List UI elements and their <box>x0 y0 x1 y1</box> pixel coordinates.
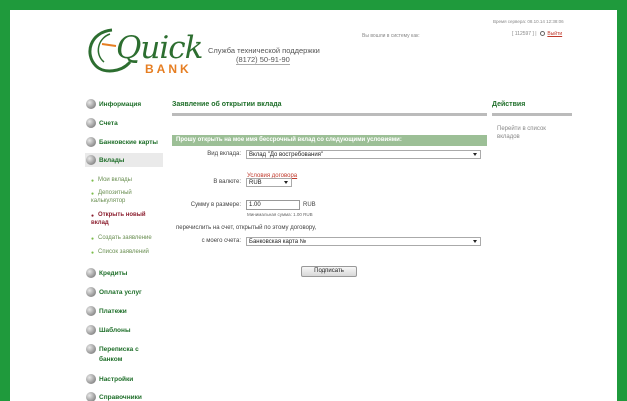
chevron-down-icon <box>473 240 477 243</box>
sidebar-item-payments-services[interactable]: Оплата услуг <box>86 287 142 297</box>
actions-divider <box>492 113 572 116</box>
currency-select[interactable]: RUB <box>246 178 292 187</box>
logo-word: Quick <box>116 30 203 66</box>
amount-input[interactable]: 1.00 <box>246 200 300 210</box>
sub-item-requests-list[interactable]: ● Список заявлений <box>91 249 149 256</box>
sidebar-item-correspondence[interactable]: Переписка с <box>86 344 139 354</box>
globe-icon <box>86 374 96 384</box>
sidebar-item-deposits[interactable]: Вклады <box>85 153 163 167</box>
amount-currency: RUB <box>303 202 316 208</box>
server-time: Время сервера: 08.10.14 12:38:06 <box>493 19 564 24</box>
globe-icon <box>86 155 96 165</box>
globe-icon <box>86 287 96 297</box>
sidebar-item-templates[interactable]: Шаблоны <box>86 325 131 335</box>
sidebar-item-correspondence-line2[interactable]: банком <box>99 356 122 363</box>
account-box: [ 112597 ] | Выйти <box>512 31 562 37</box>
conditions-bar: Прошу открыть на мое имя бессрочный вкла… <box>172 135 487 146</box>
sub-item-open-new[interactable]: ● Открыть новый <box>91 212 146 219</box>
globe-icon <box>86 344 96 354</box>
actions-title: Действия <box>492 101 526 108</box>
support-phone: (8172) 50-91-90 <box>236 55 290 65</box>
min-amount-hint: Минимальная сумма: 1.00 RUB <box>247 212 313 217</box>
sidebar-item-info[interactable]: Информация <box>86 99 141 109</box>
logo[interactable]: Quick BANK <box>82 24 203 76</box>
globe-icon <box>86 268 96 278</box>
sub-item-calculator[interactable]: ● Депозитный <box>91 190 132 197</box>
bullet-icon: ● <box>91 250 95 256</box>
globe-icon <box>86 325 96 335</box>
sub-item-calculator-line2[interactable]: калькулятор <box>91 198 125 204</box>
globe-icon <box>86 118 96 128</box>
currency-label: В валюте: <box>213 179 241 185</box>
bullet-icon: ● <box>91 236 95 242</box>
deposit-type-label: Вид вклада: <box>207 151 241 157</box>
sub-item-open-new-line2[interactable]: вклад <box>91 220 109 226</box>
sidebar-item-settings[interactable]: Настройки <box>86 374 133 384</box>
globe-icon <box>86 392 96 401</box>
globe-icon <box>86 306 96 316</box>
sidebar-item-payments[interactable]: Платежи <box>86 306 127 316</box>
sidebar-item-accounts[interactable]: Счета <box>86 118 118 128</box>
bullet-icon: ● <box>91 191 95 197</box>
globe-icon <box>86 99 96 109</box>
account-id: [ 112597 ] <box>512 31 534 37</box>
chevron-down-icon <box>284 181 288 184</box>
deposits-list-link[interactable]: Перейти в список вкладов <box>497 125 567 141</box>
power-icon <box>539 31 545 36</box>
chevron-down-icon <box>473 153 477 156</box>
sub-item-create-request[interactable]: ● Создать заявление <box>91 235 152 242</box>
bullet-icon: ● <box>91 178 95 184</box>
title-divider <box>172 113 487 116</box>
bullet-icon: ● <box>91 213 95 219</box>
logout-link[interactable]: Выйти <box>547 31 562 37</box>
separator: | <box>535 31 537 37</box>
from-account-label: с моего счета: <box>201 238 241 244</box>
sidebar-item-directories[interactable]: Справочники <box>86 392 142 401</box>
sidebar-item-credits[interactable]: Кредиты <box>86 268 127 278</box>
globe-icon <box>86 137 96 147</box>
deposit-type-select[interactable]: Вклад "До востребования" <box>246 150 481 159</box>
transfer-text: перечислить на счет, открытый по этому д… <box>176 225 317 231</box>
from-account-select[interactable]: Банковская карта № <box>246 237 481 246</box>
logged-in-label: Вы вошли в систему как: <box>362 33 420 39</box>
logo-bank: BANK <box>145 62 192 76</box>
sub-item-my-deposits[interactable]: ● Мои вклады <box>91 177 132 184</box>
page-title: Заявление об открытии вклада <box>172 101 282 108</box>
sidebar-item-cards[interactable]: Банковские карты <box>86 137 158 147</box>
support-title: Служба технической поддержки <box>208 46 320 55</box>
amount-label: Сумму в размере: <box>190 202 241 208</box>
sign-button[interactable]: Подписать <box>301 266 357 277</box>
